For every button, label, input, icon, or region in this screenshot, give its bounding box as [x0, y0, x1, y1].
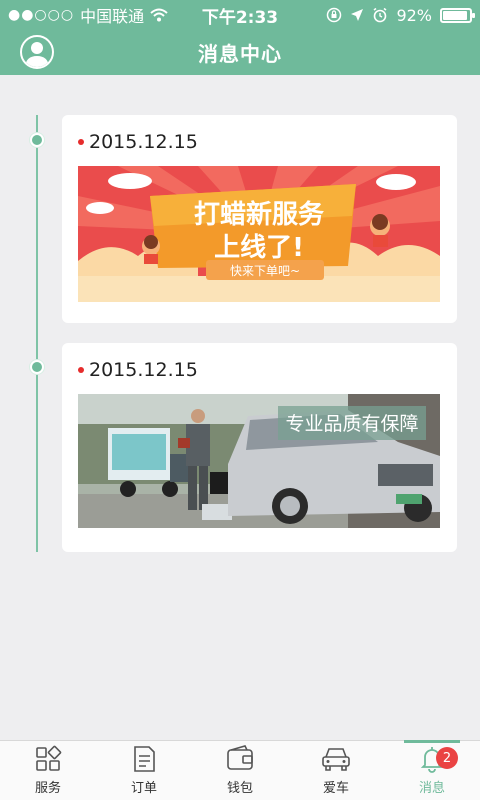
- quality-promo-photo[interactable]: 专业品质有保障: [78, 394, 440, 528]
- unread-dot: [78, 139, 84, 145]
- tab-wallet[interactable]: 钱包: [192, 741, 288, 800]
- message-card[interactable]: 2015.12.15 专业品质有保障: [62, 343, 457, 552]
- timeline-dot: [30, 133, 44, 147]
- message-card[interactable]: 2015.12.15 打蜡新服务 上线了! 快来下单吧~: [62, 115, 457, 323]
- tab-services[interactable]: 服务: [0, 741, 96, 800]
- signal-strength: ●●○○○: [8, 7, 75, 23]
- rotation-lock-icon: [327, 7, 342, 23]
- location-icon: [351, 9, 364, 21]
- tab-label: 钱包: [226, 781, 253, 796]
- status-time: 下午2:33: [201, 7, 279, 28]
- document-icon: [134, 746, 155, 772]
- tab-bar: 服务 订单 钱包 爱车 消息 2: [0, 740, 480, 800]
- battery-level: [443, 10, 467, 20]
- mascot-left: [142, 235, 160, 264]
- battery-percent: 92%: [396, 5, 432, 25]
- user-icon: [25, 42, 49, 67]
- message-date: 2015.12.15: [89, 359, 198, 381]
- mascot-right: [370, 214, 390, 247]
- message-date-row: 2015.12.15: [78, 359, 198, 381]
- tab-messages[interactable]: 消息 2: [384, 740, 480, 800]
- alarm-icon: [373, 7, 387, 23]
- car-icon: [322, 748, 350, 771]
- avatar-button[interactable]: [20, 35, 54, 69]
- unread-dot: [78, 367, 84, 373]
- tab-my-car[interactable]: 爱车: [288, 741, 384, 800]
- unread-count-badge: 2: [436, 747, 458, 769]
- message-date: 2015.12.15: [89, 131, 198, 153]
- banner-headline-1: 打蜡新服务: [194, 199, 324, 230]
- tab-label: 爱车: [322, 781, 349, 796]
- tab-label: 服务: [34, 781, 61, 796]
- wallet-icon: [227, 745, 253, 770]
- status-bar: ●●○○○ 中国联通 下午2:33 92%: [0, 0, 480, 30]
- banner-subline: 快来下单吧~: [230, 264, 300, 278]
- battery-icon: [440, 7, 475, 23]
- timeline-dot: [30, 360, 44, 374]
- grid-icon: [36, 745, 62, 771]
- wifi-icon: [150, 8, 168, 22]
- tab-label: 消息: [418, 781, 445, 796]
- message-date-row: 2015.12.15: [78, 131, 198, 153]
- tab-orders[interactable]: 订单: [96, 741, 192, 800]
- timeline-line: [36, 115, 38, 552]
- page-title: 消息中心: [198, 42, 282, 66]
- nav-bar: 消息中心: [0, 30, 480, 75]
- banner-headline-2: 上线了!: [214, 233, 304, 263]
- photo-caption: 专业品质有保障: [285, 413, 418, 435]
- waxing-promo-banner[interactable]: 打蜡新服务 上线了! 快来下单吧~: [78, 166, 440, 302]
- tab-label: 订单: [130, 781, 157, 796]
- carrier-name: 中国联通: [80, 7, 145, 26]
